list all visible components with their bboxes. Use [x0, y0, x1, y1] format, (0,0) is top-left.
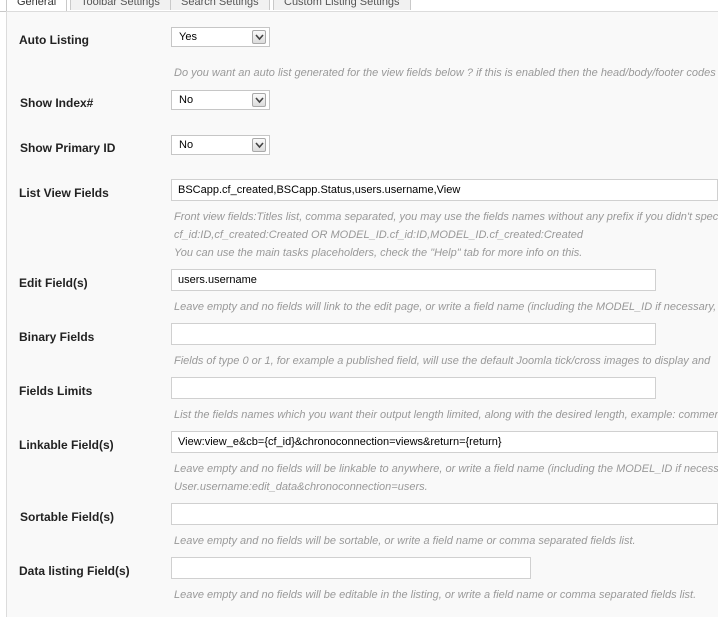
list-view-fields-input[interactable]: BSCapp.cf_created,BSCapp.Status,users.us… [171, 179, 718, 201]
linkable-fields-hint-1: Leave empty and no fields will be linkab… [174, 463, 718, 475]
binary-fields-input[interactable] [171, 323, 656, 345]
tab-search-settings[interactable]: Search Settings [170, 0, 270, 10]
edit-fields-label: Edit Field(s) [19, 276, 88, 290]
show-primary-id-label: Show Primary ID [20, 141, 116, 155]
show-index-value: No [179, 94, 194, 106]
linkable-fields-label: Linkable Field(s) [19, 438, 114, 452]
show-index-label: Show Index# [20, 96, 94, 110]
sortable-fields-hint: Leave empty and no fields will be sortab… [174, 535, 636, 547]
sortable-fields-input[interactable] [171, 503, 718, 525]
show-primary-id-select[interactable]: No [171, 135, 270, 155]
tab-custom-listing-settings[interactable]: Custom Listing Settings [273, 0, 411, 10]
show-primary-id-value: No [179, 139, 194, 151]
sortable-fields-label: Sortable Field(s) [20, 510, 115, 524]
fields-limits-label: Fields Limits [19, 384, 93, 398]
auto-listing-hint: Do you want an auto list generated for t… [174, 67, 716, 79]
settings-panel [6, 11, 718, 617]
binary-fields-hint: Fields of type 0 or 1, for example a pub… [174, 355, 711, 367]
chevron-down-icon [252, 138, 266, 152]
auto-listing-label: Auto Listing [19, 33, 89, 47]
auto-listing-select[interactable]: Yes [171, 27, 270, 47]
show-index-select[interactable]: No [171, 90, 270, 110]
tab-toolbar-settings[interactable]: Toolbar Settings [70, 0, 171, 10]
list-view-fields-hint-1: Front view fields:Titles list, comma sep… [174, 211, 718, 223]
list-view-fields-hint-2: cf_id:ID,cf_created:Created OR MODEL_ID.… [174, 229, 583, 241]
edit-fields-hint: Leave empty and no fields will link to t… [174, 301, 717, 313]
edit-fields-input[interactable]: users.username [171, 269, 656, 291]
list-view-fields-hint-3: You can use the main tasks placeholders,… [174, 247, 583, 259]
linkable-fields-input[interactable]: View:view_e&cb={cf_id}&chronoconnection=… [171, 431, 718, 453]
data-listing-fields-label: Data listing Field(s) [19, 564, 130, 578]
binary-fields-label: Binary Fields [19, 330, 95, 344]
data-listing-fields-hint: Leave empty and no fields will be editab… [174, 589, 697, 601]
fields-limits-input[interactable] [171, 377, 656, 399]
chevron-down-icon [252, 30, 266, 44]
auto-listing-value: Yes [179, 31, 197, 43]
list-view-fields-label: List View Fields [19, 186, 109, 200]
data-listing-fields-input[interactable] [171, 557, 531, 579]
chevron-down-icon [252, 93, 266, 107]
fields-limits-hint: List the fields names which you want the… [174, 409, 718, 421]
linkable-fields-hint-2: User.username:edit_data&chronoconnection… [174, 481, 428, 493]
